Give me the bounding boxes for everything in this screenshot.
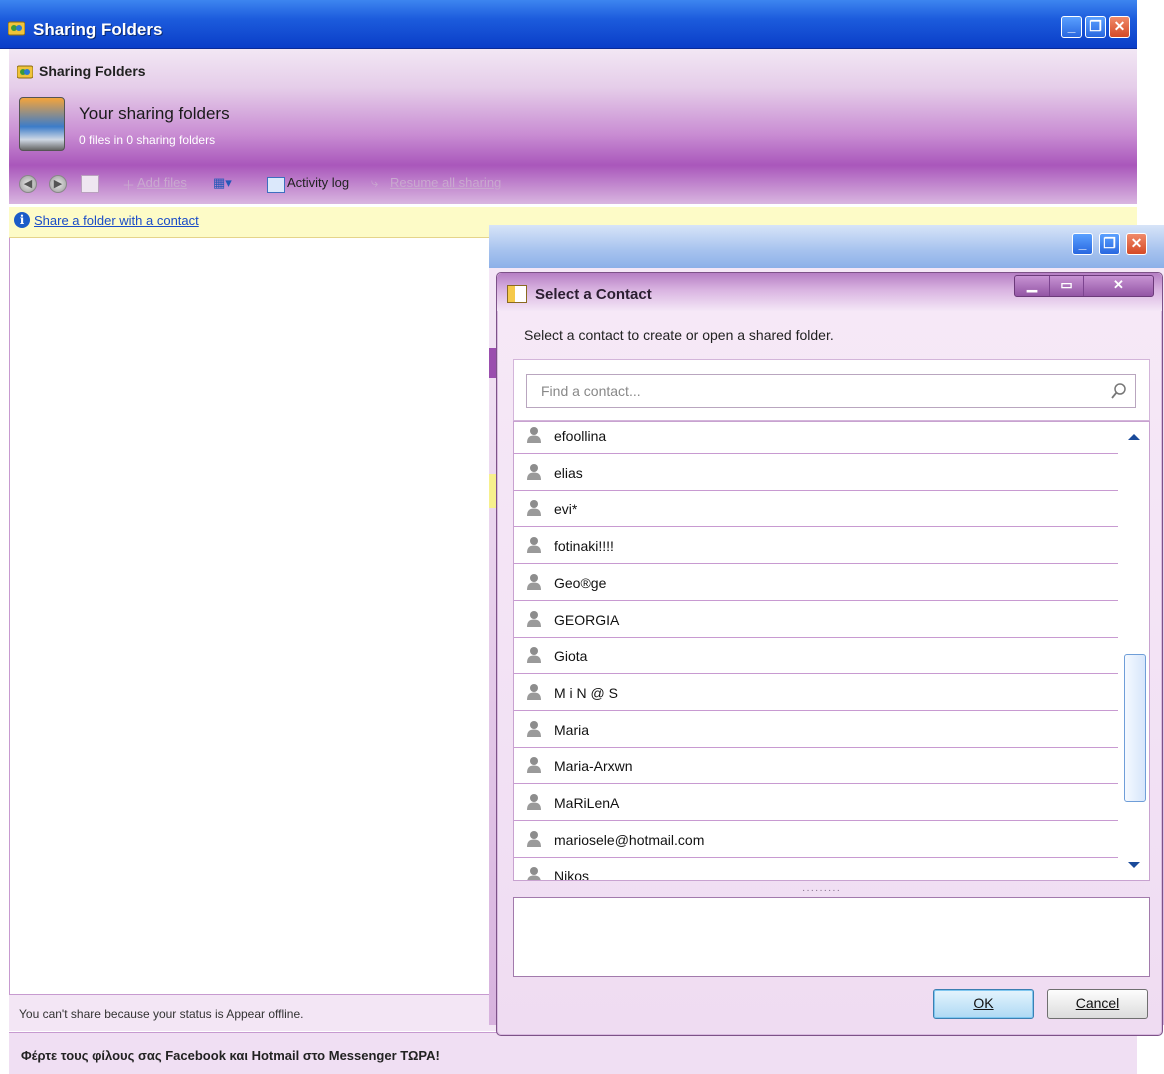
contact-details-box (513, 897, 1150, 977)
contact-avatar-icon (527, 830, 541, 847)
contact-row[interactable]: evi* (514, 491, 1118, 528)
contact-row[interactable]: MaRiLenA (514, 785, 1118, 821)
add-files-icon: ＋ (122, 178, 136, 193)
contact-row[interactable]: mariosele@hotmail.com (514, 822, 1118, 858)
contact-row[interactable]: Giota (514, 638, 1118, 675)
search-input[interactable] (527, 375, 1111, 407)
search-area (513, 359, 1150, 421)
folder-picture-icon (19, 97, 65, 151)
toolbar: ◀ ▶ ＋ Add files ▦▾ Activity log ⤷ Resume… (9, 171, 1137, 197)
contact-name: mariosele@hotmail.com (554, 831, 705, 848)
contact-row[interactable]: elias (514, 455, 1118, 491)
ok-button[interactable]: OK (933, 989, 1034, 1019)
contact-avatar-icon (527, 573, 541, 590)
contact-avatar-icon (527, 500, 541, 517)
contact-book-icon (507, 285, 527, 303)
contact-name: Maria-Arxwn (554, 758, 633, 775)
cancel-button-label: Cancel (1075, 995, 1120, 1011)
contact-avatar-icon (527, 537, 541, 554)
forward-icon[interactable]: ▶ (49, 175, 67, 193)
scroll-thumb[interactable] (1124, 654, 1146, 802)
bg-close-button[interactable]: ✕ (1126, 233, 1147, 255)
contact-name: MaRiLenA (554, 795, 620, 811)
select-contact-dialog: Select a Contact ▁ ▭ ✕ Select a contact … (496, 272, 1163, 1036)
ok-button-label: OK (973, 995, 994, 1011)
dialog-title-bar[interactable]: Select a Contact ▁ ▭ ✕ (497, 273, 1162, 311)
window-title: Sharing Folders (33, 20, 163, 39)
add-files-button[interactable]: Add files (137, 175, 187, 190)
folder-count: 0 files in 0 sharing folders (79, 133, 216, 147)
dialog-minimize-button[interactable]: ▁ (1015, 276, 1049, 296)
contact-row[interactable]: Maria-Arxwn (514, 748, 1118, 785)
contact-name: Geo®ge (554, 574, 607, 591)
bg-restore-button[interactable]: ❐ (1099, 233, 1120, 255)
background-window-title-bar[interactable]: _ ❐ ✕ (489, 225, 1164, 268)
contact-list-scrollbar[interactable] (1119, 422, 1149, 880)
restore-button[interactable]: ❐ (1085, 16, 1106, 38)
promo-text[interactable]: Φέρτε τους φίλους σας Facebook και Hotma… (21, 1048, 440, 1063)
contact-row[interactable]: efoollina (514, 422, 1118, 454)
sharing-folders-small-icon (17, 65, 33, 79)
cancel-button[interactable]: Cancel (1047, 989, 1148, 1019)
contact-avatar-icon (527, 720, 541, 737)
contact-row[interactable]: Geo®ge (514, 565, 1118, 601)
contact-avatar-icon (527, 757, 541, 774)
contact-name: Nikos (554, 868, 590, 881)
contact-avatar-icon (527, 867, 541, 880)
contact-avatar-icon (527, 683, 541, 700)
dialog-title: Select a Contact (535, 286, 652, 303)
contact-name: efoollina (554, 428, 607, 444)
dialog-maximize-button[interactable]: ▭ (1049, 276, 1083, 296)
resize-grip[interactable]: ········· (802, 885, 841, 896)
minimize-button[interactable]: _ (1061, 16, 1082, 38)
activity-log-button[interactable]: Activity log (287, 175, 349, 190)
back-icon[interactable]: ◀ (19, 175, 37, 193)
contact-row[interactable]: GEORGIA (514, 602, 1118, 638)
contact-row[interactable]: M i N @ S (514, 675, 1118, 711)
dialog-caption-buttons: ▁ ▭ ✕ (1014, 275, 1154, 297)
view-options-icon[interactable]: ▦▾ (213, 175, 232, 191)
status-text: You can't share because your status is A… (19, 1007, 304, 1021)
title-bar[interactable]: Sharing Folders _ ❐ ✕ (0, 0, 1137, 49)
bg-minimize-button[interactable]: _ (1072, 233, 1093, 255)
share-folder-link[interactable]: Share a folder with a contact (34, 213, 199, 228)
contact-avatar-icon (527, 794, 541, 810)
sharing-folders-icon (8, 21, 25, 36)
page-title: Your sharing folders (79, 104, 230, 123)
contact-list[interactable]: Nikos mariosele@hotmail.com MaRiLenA Maria-… (513, 421, 1150, 881)
contact-row[interactable]: fotinaki!!!! (514, 528, 1118, 565)
contact-avatar-icon (527, 647, 541, 664)
search-box[interactable] (526, 374, 1136, 408)
dialog-close-button[interactable]: ✕ (1083, 276, 1153, 296)
close-button[interactable]: ✕ (1109, 16, 1130, 38)
contact-name: elias (554, 464, 583, 481)
contact-row[interactable]: Nikos (514, 858, 1118, 881)
contact-name: Giota (554, 648, 588, 665)
scroll-down-arrow-icon[interactable] (1128, 862, 1140, 868)
header-label: Sharing Folders (39, 63, 146, 79)
resume-sharing-icon: ⤷ (371, 175, 379, 190)
contact-avatar-icon (527, 463, 541, 480)
contact-name: Maria (554, 721, 590, 738)
contact-name: M i N @ S (554, 684, 618, 701)
info-icon: i (14, 212, 30, 228)
open-folder-icon[interactable] (81, 175, 99, 193)
contact-avatar-icon (527, 427, 541, 443)
contact-name: GEORGIA (554, 611, 620, 628)
activity-log-icon (267, 177, 285, 193)
contact-row[interactable]: Maria (514, 712, 1118, 748)
contact-name: fotinaki!!!! (554, 538, 614, 555)
resume-all-sharing-button[interactable]: Resume all sharing (390, 175, 501, 190)
dialog-instructions: Select a contact to create or open a sha… (524, 327, 834, 343)
sharing-header: Sharing Folders Your sharing folders 0 f… (9, 49, 1137, 204)
contact-avatar-icon (527, 610, 541, 627)
search-icon[interactable] (1111, 382, 1127, 400)
promo-bar[interactable]: Φέρτε τους φίλους σας Facebook και Hotma… (9, 1032, 1137, 1074)
scroll-up-arrow-icon[interactable] (1128, 434, 1140, 440)
contact-name: evi* (554, 501, 578, 518)
